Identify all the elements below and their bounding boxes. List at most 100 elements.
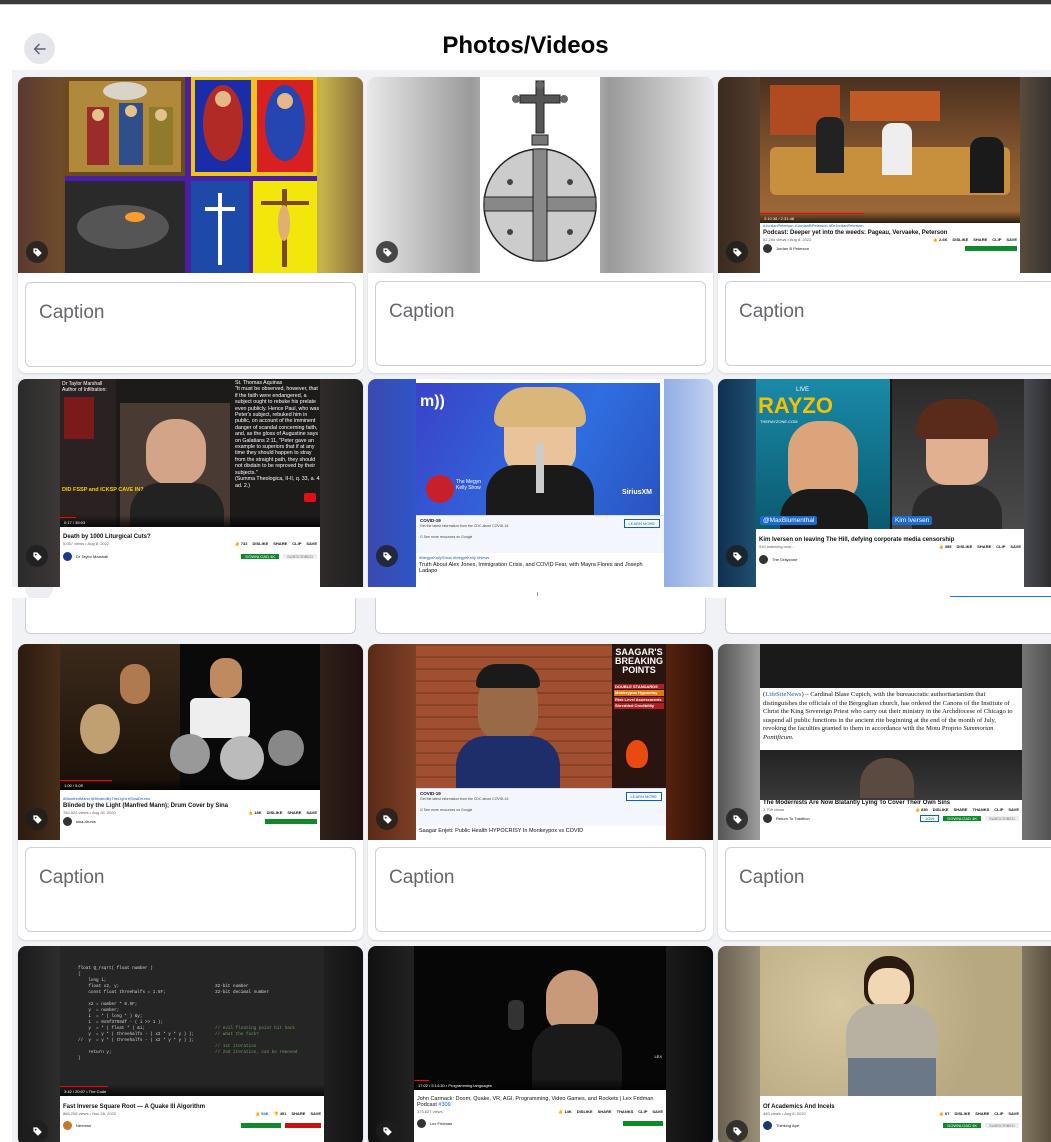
video-frame: LIVE RAYZO THERAYZONE.COM @MaxBlumenthal… — [756, 379, 1024, 529]
page-title: Photos/Videos — [442, 32, 609, 59]
code-line: // y = y * ( threehalfs - ( x2 * y * y )… — [78, 1038, 195, 1043]
player-controls[interactable]: 17:02 / 5:14:30 • Programming languages — [414, 1078, 666, 1090]
caption-input[interactable]: Caption — [375, 281, 706, 366]
tag-icon — [32, 551, 42, 561]
video-info: Death by 1000 Liturgical Cuts? 5,057 vie… — [60, 527, 320, 587]
video-info: #ManfredMann #BlindedByTheLight #SinaDru… — [60, 790, 320, 840]
covid-info-panel: COVID-19 Get the latest information from… — [416, 515, 664, 553]
screenshot-seam — [0, 587, 1051, 601]
video-info: #MegynKellyShow #MegynKelly #News Truth … — [416, 553, 664, 587]
video-frame: LEX 17:02 / 5:14:30 • Programming langua… — [414, 946, 666, 1090]
media-thumbnail[interactable]: 2:10:38 / 2:31:48 #JordanPeterson #Jorda… — [718, 77, 1051, 273]
media-thumbnail[interactable] — [368, 77, 713, 273]
media-card: 1:00 / 5:09 #ManfredMann #BlindedByTheLi… — [18, 644, 363, 940]
video-info: Saagar Enjeti: Public Health HYPOCRISY I… — [416, 826, 666, 840]
caption-input[interactable] — [375, 598, 706, 634]
tag-button[interactable] — [726, 1120, 748, 1142]
media-card: (LifeSiteNews) – Cardinal Blase Cupich, … — [718, 644, 1051, 940]
caption-placeholder: Caption — [739, 867, 805, 888]
media-card: Caption — [18, 77, 363, 373]
player-controls[interactable]: 3:42 / 20:07 • The Code — [60, 1084, 324, 1096]
video-frame: SAAGAR'S BREAKING POINTS DOUBLE STANDARDS … — [416, 644, 666, 788]
tag-button[interactable] — [376, 241, 398, 263]
caption-input[interactable] — [725, 598, 1051, 634]
tag-button[interactable] — [26, 545, 48, 567]
media-card: float Q_rsqrt( float number ){ long i; f… — [18, 946, 363, 1142]
media-card: LEX 17:02 / 5:14:30 • Programming langua… — [368, 946, 713, 1142]
media-thumbnail[interactable]: Dr Taylor Marshall Author of Infiltratio… — [18, 379, 363, 587]
tag-icon — [382, 1126, 392, 1136]
tag-icon — [382, 247, 392, 257]
video-info: Fast Inverse Square Root — A Quake III A… — [60, 1096, 324, 1142]
tag-button[interactable] — [26, 1120, 48, 1142]
window-top-bar — [0, 0, 1051, 5]
media-card: 2:10:38 / 2:31:48 #JordanPeterson #Jorda… — [718, 77, 1051, 373]
media-grid-top[interactable]: Caption Caption 2:10:38 / 2:31:48 #Jorda… — [12, 70, 1051, 587]
media-thumbnail[interactable]: m)) The Megyn Kelly Show SiriusXM COVID-… — [368, 379, 713, 587]
caption-placeholder: Caption — [39, 302, 105, 323]
code-line: } — [78, 1056, 81, 1061]
caption-input[interactable]: Caption — [375, 847, 706, 932]
tag-icon — [382, 551, 392, 561]
tag-icon — [32, 814, 42, 824]
media-grid-bottom[interactable]: 1:00 / 5:09 #ManfredMann #BlindedByTheLi… — [12, 598, 1051, 1142]
tag-button[interactable] — [26, 808, 48, 830]
caption-input[interactable] — [25, 598, 356, 634]
media-card: m)) The Megyn Kelly Show SiriusXM COVID-… — [368, 379, 713, 587]
header: Photos/Videos — [0, 26, 1051, 68]
media-thumbnail[interactable] — [18, 77, 363, 273]
covid-info-panel: COVID-19 Get the latest information from… — [416, 788, 666, 826]
media-thumbnail[interactable]: Of Academics And Incels 483 views • Aug … — [718, 946, 1051, 1142]
caption-placeholder: Caption — [39, 867, 105, 888]
tag-button[interactable] — [376, 1120, 398, 1142]
caption-input[interactable]: Caption — [725, 281, 1051, 366]
video-info: John Carmack: Doom, Quake, VR, AGI, Prog… — [414, 1090, 666, 1142]
player-controls[interactable]: 1:00 / 5:09 — [60, 778, 320, 790]
media-card: Of Academics And Incels 483 views • Aug … — [718, 946, 1051, 1142]
media-thumbnail[interactable]: float Q_rsqrt( float number ){ long i; f… — [18, 946, 363, 1142]
tag-icon — [732, 247, 742, 257]
tag-icon — [382, 814, 392, 824]
tag-icon — [732, 814, 742, 824]
media-thumbnail[interactable]: LEX 17:02 / 5:14:30 • Programming langua… — [368, 946, 713, 1142]
video-frame — [760, 750, 1022, 800]
caption-placeholder: Caption — [389, 301, 455, 322]
learn-more-button[interactable]: LEARN MORE — [625, 792, 662, 801]
media-thumbnail[interactable]: SAAGAR'S BREAKING POINTS DOUBLE STANDARDS … — [368, 644, 713, 840]
tag-button[interactable] — [726, 241, 748, 263]
media-thumbnail[interactable]: LIVE RAYZO THERAYZONE.COM @MaxBlumenthal… — [718, 379, 1051, 587]
tag-button[interactable] — [726, 545, 748, 567]
caption-input[interactable]: Caption — [25, 847, 356, 932]
tag-icon — [732, 1126, 742, 1136]
caption-placeholder: Caption — [739, 301, 805, 322]
orb-cross-image — [480, 77, 600, 273]
caption-input[interactable]: Caption — [725, 847, 1051, 932]
tag-button[interactable] — [726, 808, 748, 830]
video-info: The Modernists Are Now Blatantly Lying T… — [760, 800, 1022, 840]
religious-collage-image — [65, 77, 317, 273]
tag-button[interactable] — [376, 545, 398, 567]
video-frame: Dr Taylor Marshall Author of Infiltratio… — [60, 379, 320, 527]
media-card: Caption — [368, 77, 713, 373]
media-thumbnail[interactable]: (LifeSiteNews) – Cardinal Blase Cupich, … — [718, 644, 1051, 840]
video-frame: float Q_rsqrt( float number ){ long i; f… — [60, 946, 324, 1096]
code-block: float Q_rsqrt( float number ){ long i; f… — [78, 966, 194, 1062]
caption-placeholder: Caption — [389, 867, 455, 888]
learn-more-button[interactable]: LEARN MORE — [623, 519, 660, 528]
video-frame — [760, 946, 1022, 1096]
media-card: SAAGAR'S BREAKING POINTS DOUBLE STANDARDS … — [368, 644, 713, 940]
tag-button[interactable] — [376, 808, 398, 830]
video-info: Of Academics And Incels 483 views • Aug … — [760, 1096, 1022, 1142]
video-frame: 2:10:38 / 2:31:48 — [760, 77, 1020, 223]
youtube-logo-icon — [304, 493, 316, 502]
player-controls[interactable]: 0:17 / 35:03 — [60, 515, 320, 527]
tag-icon — [32, 1126, 42, 1136]
video-frame: 1:00 / 5:09 — [60, 644, 320, 790]
media-thumbnail[interactable]: 1:00 / 5:09 #ManfredMann #BlindedByTheLi… — [18, 644, 363, 840]
caption-input[interactable]: Caption — [25, 282, 356, 367]
video-info: Kim Iversen on leaving The Hill, defying… — [756, 529, 1024, 587]
tag-icon — [32, 247, 42, 257]
player-controls[interactable]: 2:10:38 / 2:31:48 — [760, 211, 1020, 223]
video-frame: m)) The Megyn Kelly Show SiriusXM — [416, 383, 660, 515]
tag-button[interactable] — [26, 241, 48, 263]
